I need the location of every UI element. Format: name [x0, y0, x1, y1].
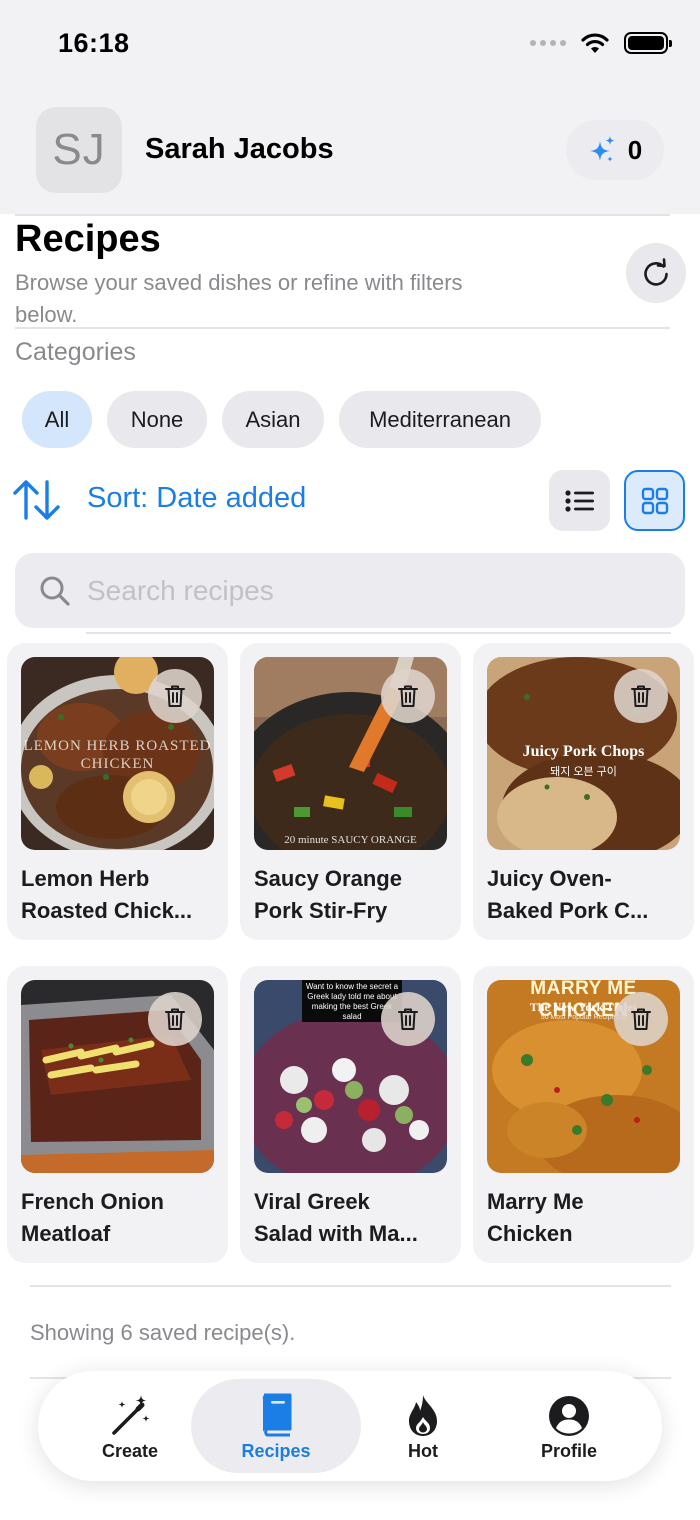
tab-create-label: Create: [101, 1440, 159, 1461]
header-divider: [15, 214, 670, 216]
image-caption: 20 minute SAUCY ORANGE: [284, 834, 417, 846]
magic-wand-icon: [112, 1394, 150, 1435]
trash-icon: [165, 1008, 185, 1030]
trash-icon: [398, 685, 418, 707]
search-icon: [40, 576, 70, 606]
recipe-count: Showing 6 saved recipe(s).: [30, 1320, 296, 1345]
tab-profile-label: Profile: [540, 1440, 597, 1461]
delete-button[interactable]: [148, 669, 202, 723]
list-view-button[interactable]: [549, 470, 610, 531]
recipe-title: French Onion Meatloaf: [21, 1189, 164, 1246]
tab-profile[interactable]: Profile: [514, 1379, 624, 1473]
sparkles-icon: [589, 136, 615, 162]
chip-mediterranean[interactable]: Mediterranean: [339, 391, 541, 448]
sort-button[interactable]: Sort: Date added: [87, 482, 306, 515]
recipe-title: Saucy Orange Pork Stir-Fry: [254, 866, 402, 923]
grid-view-button[interactable]: [624, 470, 685, 531]
grid-divider: [30, 1285, 671, 1287]
grid-icon: [641, 487, 668, 514]
recipe-title: Marry Me Chicken: [487, 1189, 584, 1246]
tab-bar: Create Recipes Hot Profile: [38, 1371, 662, 1481]
sort-icon[interactable]: [12, 478, 62, 522]
credits-button[interactable]: 0: [566, 120, 664, 180]
refresh-button[interactable]: [626, 243, 686, 303]
subtitle-divider: [15, 327, 670, 329]
trash-icon: [165, 685, 185, 707]
tab-hot[interactable]: Hot: [368, 1379, 478, 1473]
avatar[interactable]: SJ: [36, 107, 122, 193]
recipe-card[interactable]: MARRY ME CHICKEN The New York Times 50 M…: [473, 966, 694, 1263]
image-caption: Juicy Pork Chops: [522, 743, 645, 760]
refresh-icon: [644, 258, 668, 286]
recipe-title: Juicy Oven- Baked Pork C...: [487, 866, 649, 923]
tab-recipes-label: Recipes: [241, 1440, 311, 1461]
flame-icon: [409, 1394, 437, 1436]
status-icons: [530, 32, 672, 54]
recipe-card[interactable]: Juicy Pork Chops 돼지 오븐 구이 Juicy Oven- Bak…: [473, 643, 694, 940]
book-icon: [262, 1393, 292, 1436]
signal-icon: [530, 40, 566, 46]
recipe-title: Viral Greek Salad with Ma...: [254, 1189, 418, 1246]
list-icon: [564, 489, 594, 512]
trash-icon: [398, 1008, 418, 1030]
search-input[interactable]: [87, 574, 647, 607]
tab-hot-label: Hot: [408, 1440, 438, 1461]
recipe-title: Lemon Herb Roasted Chick...: [21, 866, 193, 923]
user-name: Sarah Jacobs: [145, 133, 334, 165]
chip-none[interactable]: None: [107, 391, 207, 448]
image-caption-secondary: 돼지 오븐 구이: [550, 766, 617, 778]
credits-count: 0: [627, 134, 643, 165]
trash-icon: [631, 685, 651, 707]
delete-button[interactable]: [614, 992, 668, 1046]
image-caption: LEMON HERB ROASTED CHICKEN: [23, 738, 212, 772]
tab-recipes[interactable]: Recipes: [191, 1379, 361, 1473]
recipe-card[interactable]: 20 minute SAUCY ORANGE Saucy Orange Pork …: [240, 643, 461, 940]
tab-create[interactable]: Create: [75, 1379, 185, 1473]
person-icon: [549, 1395, 589, 1436]
wifi-icon: [581, 33, 609, 53]
top-header: 16:18 SJ Sarah Jacobs 0: [0, 0, 700, 214]
page-title: Recipes: [15, 218, 161, 260]
recipe-card[interactable]: French Onion Meatloaf: [7, 966, 228, 1263]
chip-all[interactable]: All: [22, 391, 92, 448]
recipe-card[interactable]: Want to know the secret a Greek lady tol…: [240, 966, 461, 1263]
delete-button[interactable]: [381, 669, 435, 723]
trash-icon: [631, 1008, 651, 1030]
chip-asian[interactable]: Asian: [222, 391, 324, 448]
recipe-card[interactable]: LEMON HERB ROASTED CHICKEN Lemon Herb Roa…: [7, 643, 228, 940]
search-bar[interactable]: [15, 553, 685, 628]
page-subtitle: Browse your saved dishes or refine with …: [15, 270, 463, 327]
search-divider: [86, 632, 671, 634]
status-time: 16:18: [58, 28, 130, 58]
battery-icon: [624, 32, 672, 54]
delete-button[interactable]: [614, 669, 668, 723]
delete-button[interactable]: [381, 992, 435, 1046]
delete-button[interactable]: [148, 992, 202, 1046]
categories-label: Categories: [15, 338, 136, 366]
